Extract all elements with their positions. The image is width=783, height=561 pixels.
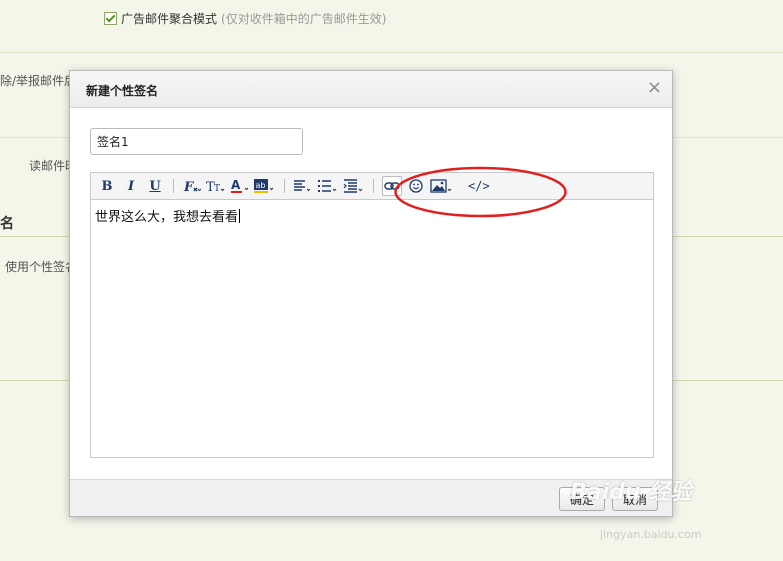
toolbar-separator (173, 179, 174, 193)
section-heading: 名 (0, 216, 14, 232)
watermark-url: jingyan.baidu.com (600, 528, 702, 541)
background-color-icon[interactable]: ab (254, 176, 276, 196)
font-family-icon[interactable]: F (182, 176, 202, 196)
html-source-button[interactable]: </> (468, 176, 490, 196)
bold-button[interactable]: B (97, 176, 117, 196)
toolbar-separator (284, 179, 285, 193)
svg-text:A: A (231, 178, 241, 192)
align-icon[interactable] (293, 176, 313, 196)
svg-text:ab: ab (256, 181, 266, 190)
signature-name-input[interactable] (90, 128, 303, 155)
watermark-logo: Baidu 经验 (570, 480, 693, 505)
emoji-icon[interactable] (406, 176, 426, 196)
ad-aggregation-option[interactable]: 广告邮件聚合模式 (仅对收件箱中的广告邮件生效) (104, 10, 386, 27)
indent-icon[interactable] (343, 176, 365, 196)
text-caret (239, 209, 241, 223)
image-icon[interactable] (430, 176, 454, 196)
checkbox-checked-icon[interactable] (104, 12, 117, 25)
new-signature-dialog: 新建个性签名 × B I U F TT A ab (69, 70, 673, 517)
signature-content[interactable]: 世界这么大，我想去看看 (95, 206, 241, 225)
font-size-icon[interactable]: TT (206, 176, 226, 196)
signature-editor: B I U F TT A ab </> 世界这么大，我想去看看 (90, 172, 654, 458)
dialog-title: 新建个性签名 (86, 84, 159, 98)
ad-option-label: 广告邮件聚合模式 (121, 12, 218, 26)
close-icon[interactable]: × (647, 79, 662, 97)
font-color-icon[interactable]: A (230, 176, 250, 196)
toolbar-separator (373, 179, 374, 193)
underline-button[interactable]: U (145, 176, 165, 196)
signature-text: 世界这么大，我想去看看 (95, 210, 239, 225)
baidu-watermark: Baidu 经验 jingyan.baidu.com (570, 474, 702, 541)
svg-text:T: T (214, 184, 220, 193)
list-icon[interactable] (317, 176, 339, 196)
editor-toolbar: B I U F TT A ab </> (91, 173, 653, 200)
divider (0, 52, 783, 53)
setting-label-signature: 使用个性签名 (5, 260, 78, 274)
ad-option-note: (仅对收件箱中的广告邮件生效) (221, 12, 387, 26)
italic-button[interactable]: I (121, 176, 141, 196)
svg-text:F: F (183, 180, 194, 193)
setting-label-delete-report: 除/举报邮件后 (0, 74, 77, 88)
link-icon[interactable] (382, 176, 402, 196)
dialog-header: 新建个性签名 × (70, 71, 672, 108)
